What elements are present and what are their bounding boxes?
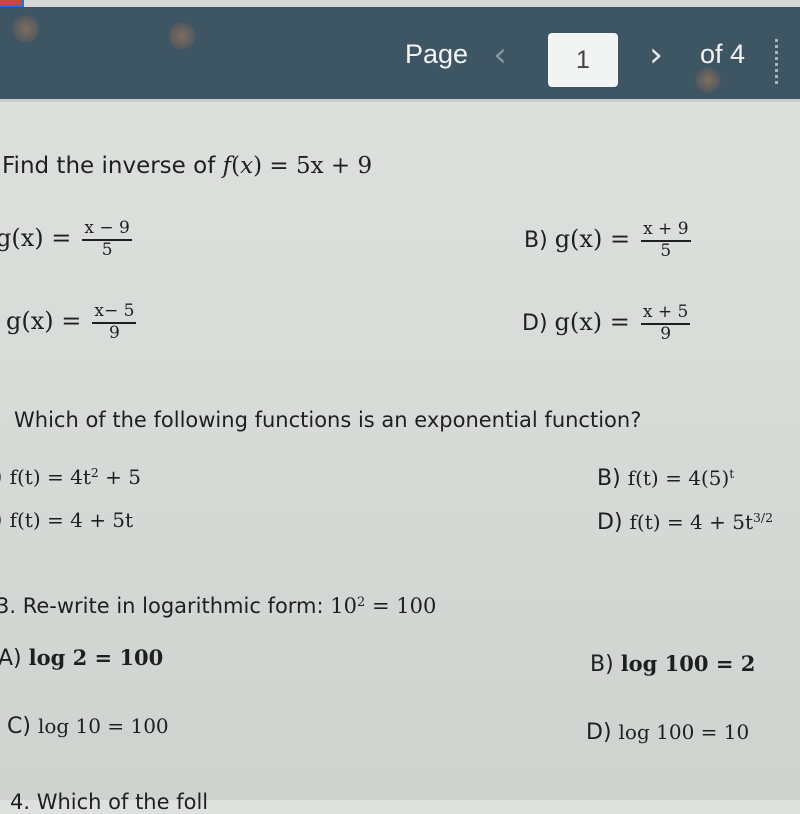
question-3-option-d[interactable]: D) log 100 = 10 xyxy=(586,720,749,745)
chevron-right-icon[interactable]: › xyxy=(641,35,671,75)
question-2-option-a[interactable]: ) f(t) = 4t2 + 5 xyxy=(0,465,141,490)
top-strip xyxy=(0,0,800,7)
screen-smudge xyxy=(695,67,721,93)
page-toolbar: Page ‹ › of 4 xyxy=(0,7,800,99)
question-3-option-a[interactable]: A) log 2 = 100 xyxy=(0,645,163,671)
screen-smudge xyxy=(12,15,40,43)
question-3-equation: 102 = 100 xyxy=(330,594,437,618)
toolbar-divider xyxy=(0,99,800,102)
window-corner xyxy=(0,0,24,7)
page-number-input[interactable] xyxy=(548,33,618,87)
question-2-option-c[interactable]: ) f(t) = 4 + 5t xyxy=(0,508,133,533)
question-2-option-b[interactable]: B) f(t) = 4(5)t xyxy=(597,466,734,491)
question-3-prompt: 3. Re-write in logarithmic form: 102 = 1… xyxy=(0,594,437,618)
question-3-option-c[interactable]: C) log 10 = 100 xyxy=(7,714,169,739)
question-1-prompt: Find the inverse of f(x) = 5x + 9 xyxy=(2,153,373,179)
question-4-prompt-cutoff: 4. Which of the foll xyxy=(10,790,209,814)
vertical-dots-icon[interactable] xyxy=(775,39,778,85)
question-1-option-d[interactable]: D) g(x) = x + 59 xyxy=(522,303,691,344)
chevron-left-icon[interactable]: ‹ xyxy=(485,35,515,75)
total-pages-label: of 4 xyxy=(700,39,746,69)
question-1-function: f(x) = 5x + 9 xyxy=(222,153,373,179)
screen-smudge xyxy=(168,22,196,50)
question-3-option-b[interactable]: B) log 100 = 2 xyxy=(590,651,755,677)
question-1-option-c[interactable]: g(x) = x− 59 xyxy=(6,302,137,343)
question-2-prompt: Which of the following functions is an e… xyxy=(14,408,642,432)
question-1-option-b[interactable]: B) g(x) = x + 95 xyxy=(524,220,691,261)
question-1-option-a[interactable]: g(x) = x − 95 xyxy=(0,219,132,260)
question-2-option-d[interactable]: D) f(t) = 4 + 5t3/2 xyxy=(597,510,773,535)
page-label: Page xyxy=(405,39,469,69)
